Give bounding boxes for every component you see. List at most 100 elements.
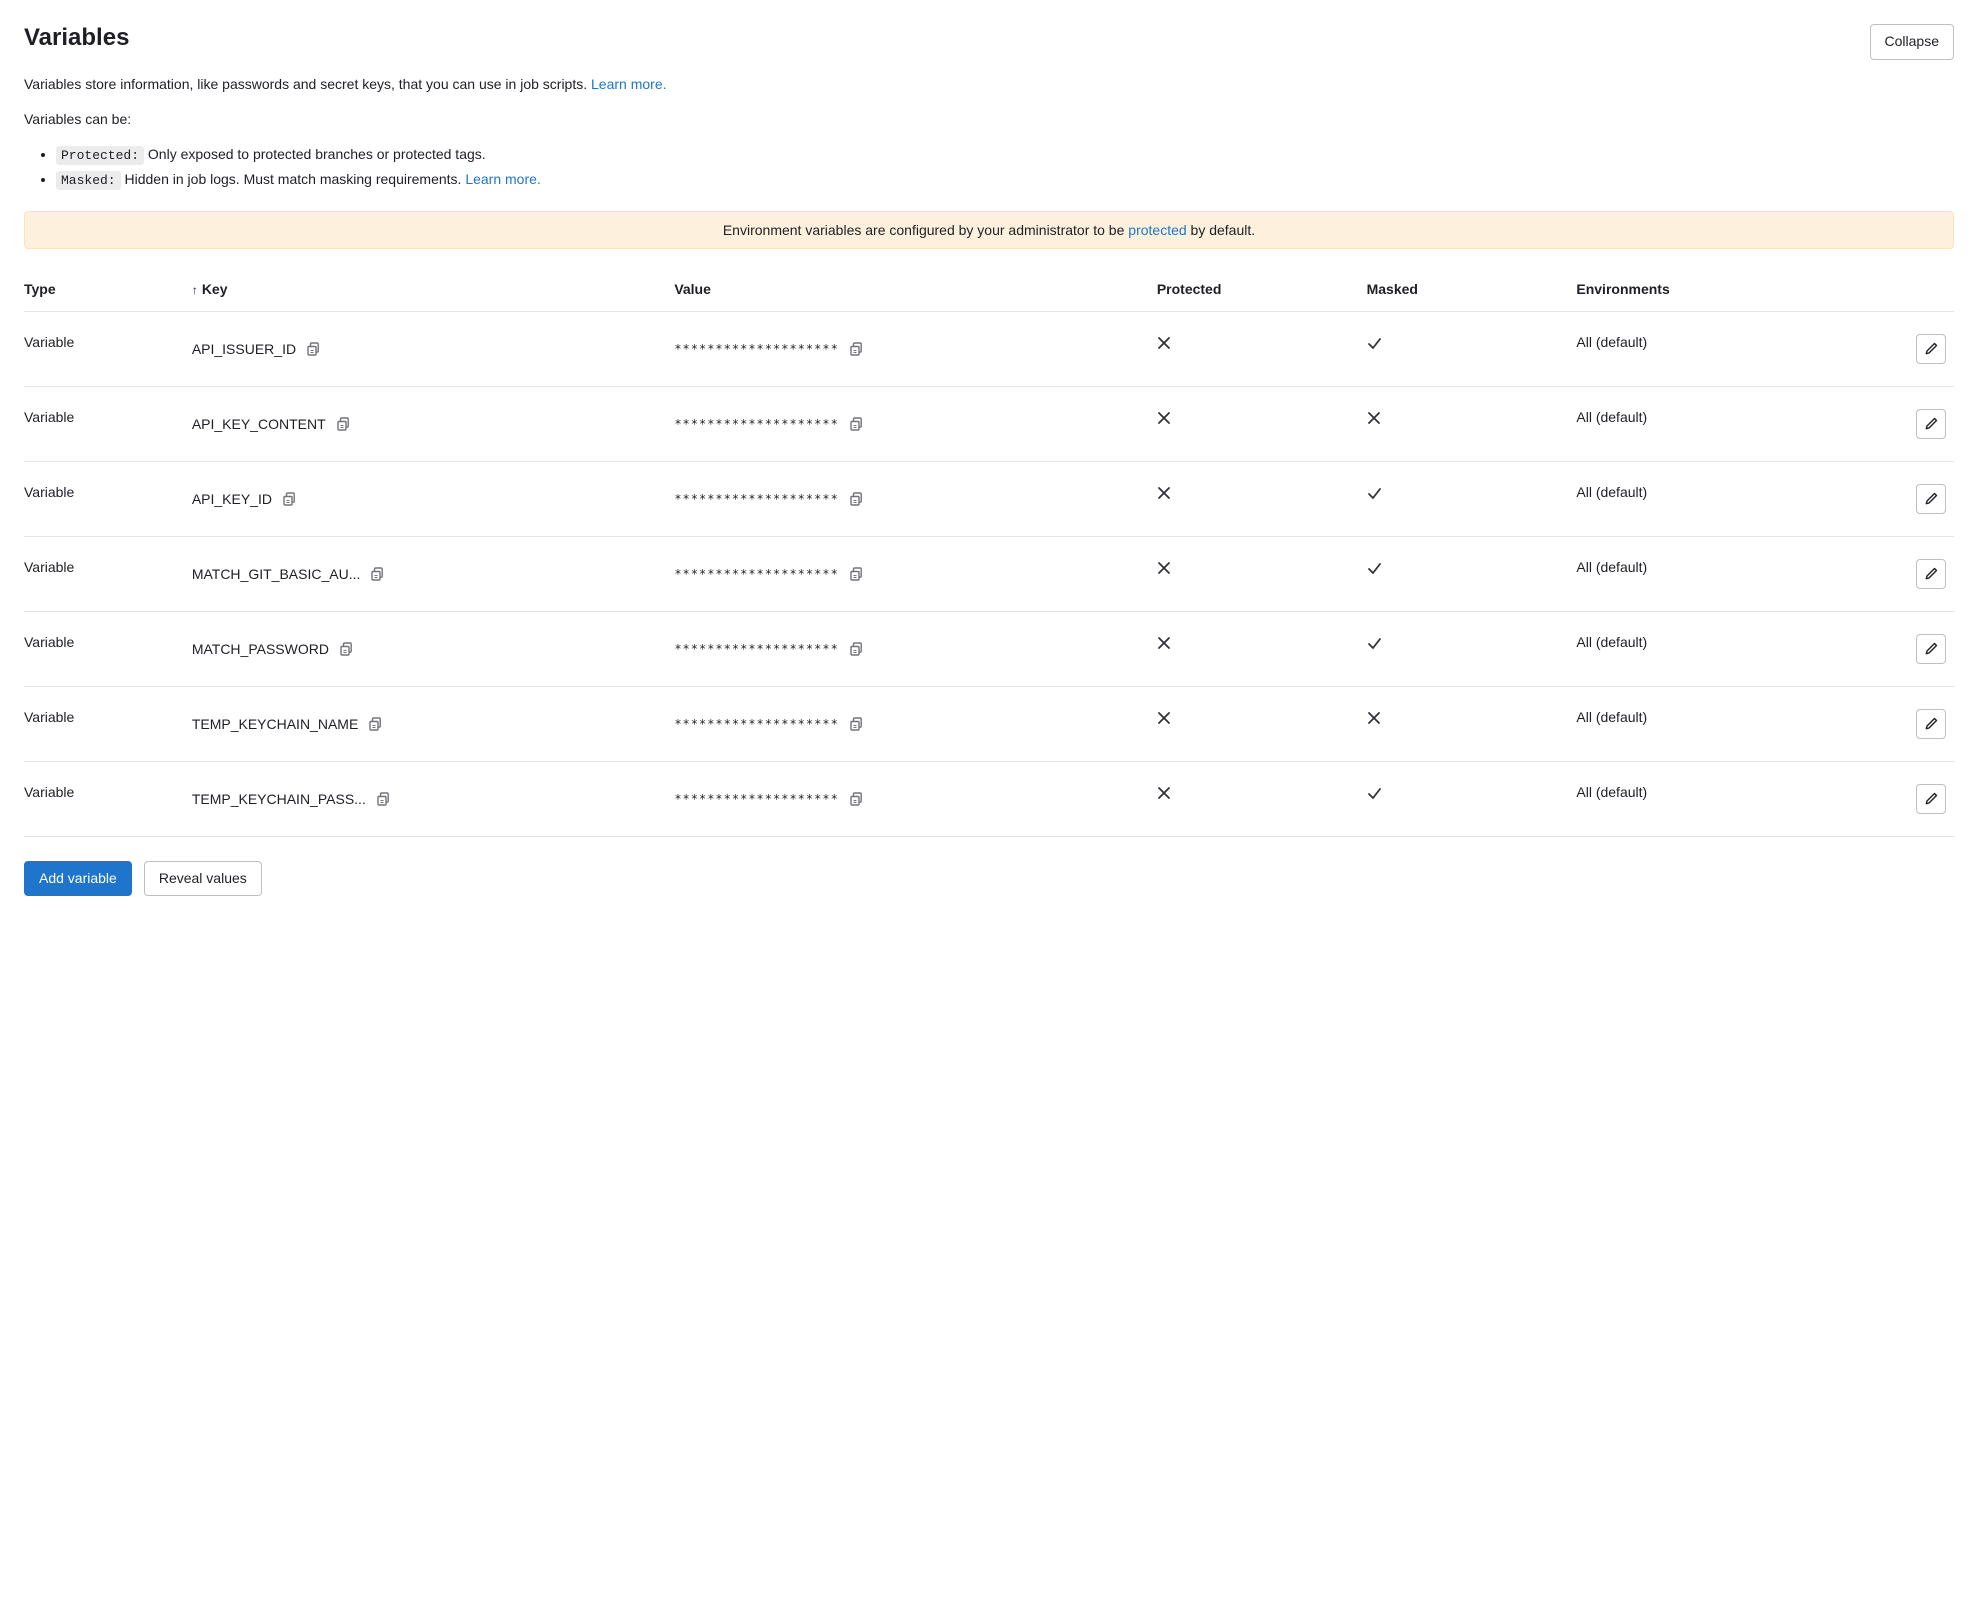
cell-protected xyxy=(1157,311,1367,386)
header-value[interactable]: Value xyxy=(674,269,1157,312)
cell-key: MATCH_PASSWORD xyxy=(192,611,675,686)
cell-actions xyxy=(1849,611,1954,686)
protected-desc: Only exposed to protected branches or pr… xyxy=(148,146,486,162)
key-text: API_ISSUER_ID xyxy=(192,341,296,357)
value-text: ******************** xyxy=(674,567,839,581)
add-variable-button[interactable]: Add variable xyxy=(24,861,132,897)
masked-learn-more-link[interactable]: Learn more. xyxy=(465,171,540,187)
edit-button[interactable] xyxy=(1916,709,1946,739)
copy-key-icon[interactable] xyxy=(337,640,355,658)
list-item: Masked: Hidden in job logs. Must match m… xyxy=(56,167,1954,192)
value-text: ******************** xyxy=(674,717,839,731)
list-item: Protected: Only exposed to protected bra… xyxy=(56,142,1954,167)
cell-key: API_KEY_CONTENT xyxy=(192,386,675,461)
table-row: Variable MATCH_GIT_BASIC_AU... *********… xyxy=(24,536,1954,611)
cell-value: ******************** xyxy=(674,386,1157,461)
cell-key: MATCH_GIT_BASIC_AU... xyxy=(192,536,675,611)
value-text: ******************** xyxy=(674,417,839,431)
cell-masked xyxy=(1367,311,1577,386)
close-icon xyxy=(1157,709,1173,725)
masked-desc: Hidden in job logs. Must match masking r… xyxy=(125,171,462,187)
check-icon xyxy=(1367,559,1383,575)
key-text: TEMP_KEYCHAIN_NAME xyxy=(192,716,358,732)
close-icon xyxy=(1157,559,1173,575)
table-row: Variable API_ISSUER_ID *****************… xyxy=(24,311,1954,386)
check-icon xyxy=(1367,634,1383,650)
header-key-label: Key xyxy=(202,281,228,297)
cell-value: ******************** xyxy=(674,461,1157,536)
header-key[interactable]: ↑ Key xyxy=(192,269,675,312)
copy-key-icon[interactable] xyxy=(334,415,352,433)
key-text: API_KEY_ID xyxy=(192,491,272,507)
key-text: TEMP_KEYCHAIN_PASS... xyxy=(192,791,366,807)
cell-masked xyxy=(1367,386,1577,461)
copy-key-icon[interactable] xyxy=(280,490,298,508)
copy-value-icon[interactable] xyxy=(847,640,865,658)
copy-value-icon[interactable] xyxy=(847,565,865,583)
copy-key-icon[interactable] xyxy=(304,340,322,358)
table-row: Variable API_KEY_ID ******************** xyxy=(24,461,1954,536)
header-environments[interactable]: Environments xyxy=(1576,269,1849,312)
footer-actions: Add variable Reveal values xyxy=(24,861,1954,897)
copy-value-icon[interactable] xyxy=(847,340,865,358)
alert-protected-link[interactable]: protected xyxy=(1128,222,1186,238)
cell-environments: All (default) xyxy=(1576,611,1849,686)
cell-actions xyxy=(1849,311,1954,386)
cell-environments: All (default) xyxy=(1576,761,1849,836)
learn-more-link[interactable]: Learn more. xyxy=(591,76,666,92)
table-row: Variable MATCH_PASSWORD ****************… xyxy=(24,611,1954,686)
cell-value: ******************** xyxy=(674,536,1157,611)
cell-type: Variable xyxy=(24,761,192,836)
copy-value-icon[interactable] xyxy=(847,715,865,733)
protected-tag: Protected: xyxy=(56,146,144,165)
alert-prefix: Environment variables are configured by … xyxy=(723,222,1125,238)
close-icon xyxy=(1157,409,1173,425)
cell-value: ******************** xyxy=(674,761,1157,836)
check-icon xyxy=(1367,484,1383,500)
close-icon xyxy=(1367,709,1383,725)
value-text: ******************** xyxy=(674,792,839,806)
variables-can-be-text: Variables can be: xyxy=(24,109,1954,130)
admin-alert: Environment variables are configured by … xyxy=(24,211,1954,249)
value-text: ******************** xyxy=(674,492,839,506)
cell-protected xyxy=(1157,611,1367,686)
copy-value-icon[interactable] xyxy=(847,415,865,433)
copy-key-icon[interactable] xyxy=(366,715,384,733)
reveal-values-button[interactable]: Reveal values xyxy=(144,861,262,897)
edit-button[interactable] xyxy=(1916,334,1946,364)
cell-masked xyxy=(1367,686,1577,761)
cell-masked xyxy=(1367,611,1577,686)
table-row: Variable TEMP_KEYCHAIN_NAME ************… xyxy=(24,686,1954,761)
cell-masked xyxy=(1367,536,1577,611)
header-masked[interactable]: Masked xyxy=(1367,269,1577,312)
copy-value-icon[interactable] xyxy=(847,490,865,508)
edit-button[interactable] xyxy=(1916,784,1946,814)
cell-actions xyxy=(1849,761,1954,836)
cell-type: Variable xyxy=(24,461,192,536)
cell-type: Variable xyxy=(24,311,192,386)
cell-protected xyxy=(1157,761,1367,836)
cell-protected xyxy=(1157,386,1367,461)
cell-actions xyxy=(1849,686,1954,761)
copy-key-icon[interactable] xyxy=(368,565,386,583)
cell-type: Variable xyxy=(24,536,192,611)
copy-value-icon[interactable] xyxy=(847,790,865,808)
edit-button[interactable] xyxy=(1916,634,1946,664)
close-icon xyxy=(1157,634,1173,650)
header-type[interactable]: Type xyxy=(24,269,192,312)
cell-type: Variable xyxy=(24,686,192,761)
close-icon xyxy=(1157,784,1173,800)
cell-masked xyxy=(1367,461,1577,536)
copy-key-icon[interactable] xyxy=(374,790,392,808)
edit-button[interactable] xyxy=(1916,409,1946,439)
cell-environments: All (default) xyxy=(1576,311,1849,386)
cell-masked xyxy=(1367,761,1577,836)
check-icon xyxy=(1367,784,1383,800)
edit-button[interactable] xyxy=(1916,559,1946,589)
edit-button[interactable] xyxy=(1916,484,1946,514)
cell-value: ******************** xyxy=(674,686,1157,761)
header-protected[interactable]: Protected xyxy=(1157,269,1367,312)
sort-asc-icon: ↑ xyxy=(192,283,198,297)
masked-tag: Masked: xyxy=(56,171,121,190)
collapse-button[interactable]: Collapse xyxy=(1870,24,1954,60)
